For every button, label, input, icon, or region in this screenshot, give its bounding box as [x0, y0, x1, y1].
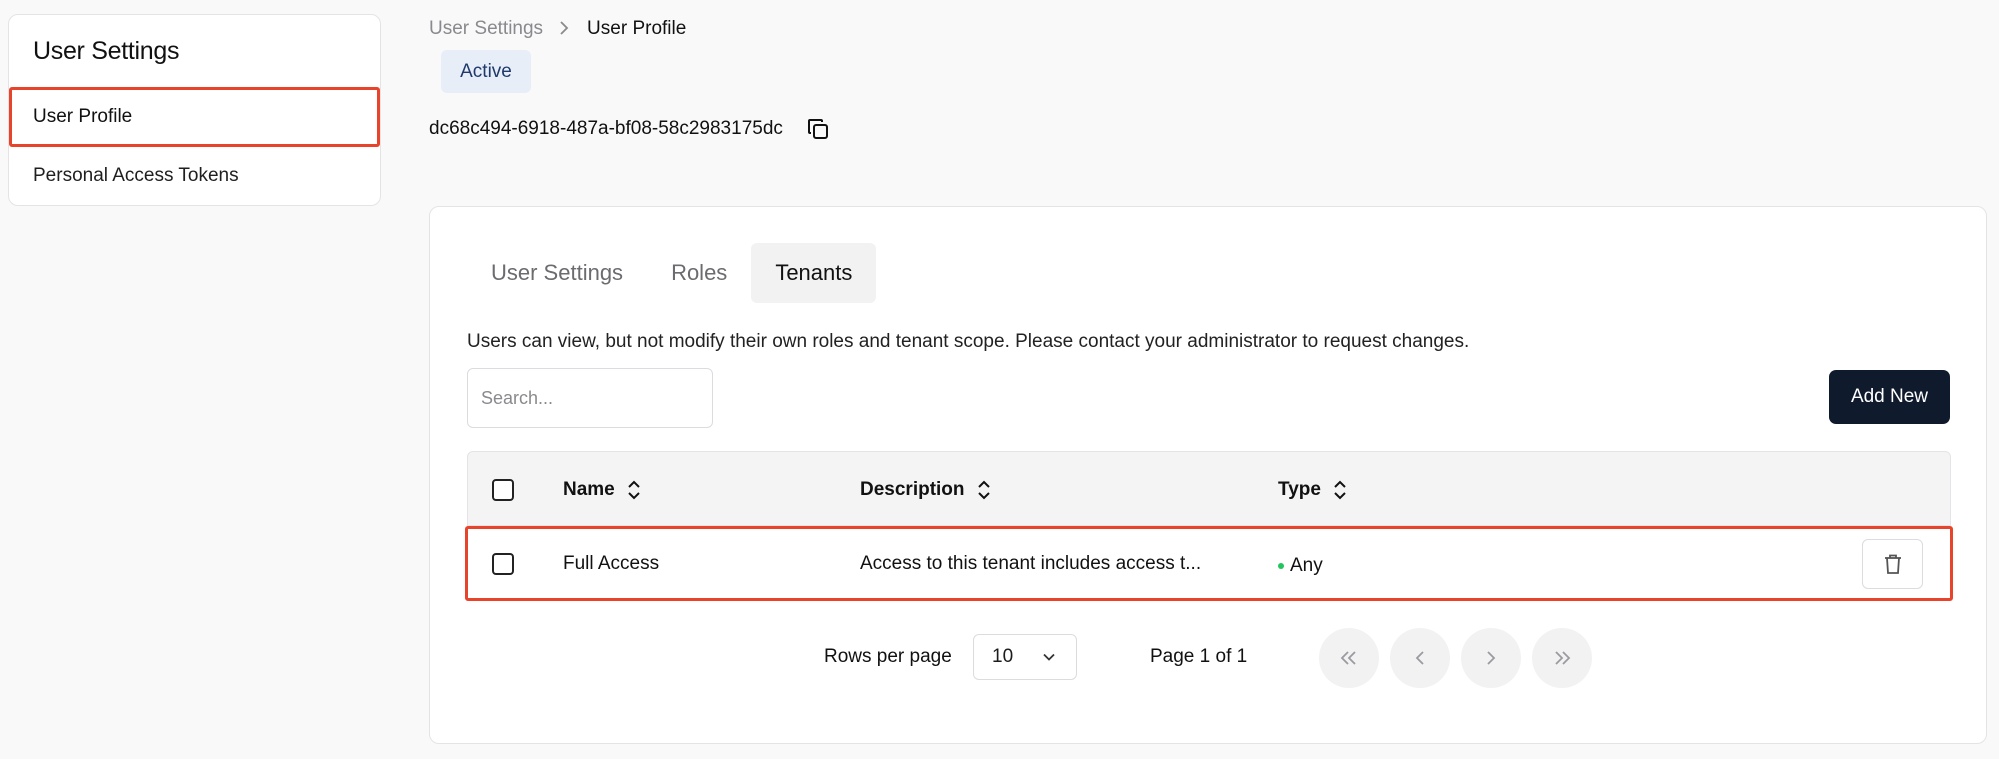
tenant-type: Any [1278, 531, 1323, 600]
sort-icon[interactable] [1333, 480, 1347, 500]
sidebar: User Settings User Profile Personal Acce… [8, 14, 381, 206]
tenant-description: Access to this tenant includes access t.… [860, 552, 1202, 574]
chevron-left-icon [1415, 651, 1424, 665]
tab-roles[interactable]: Roles [647, 243, 751, 303]
row-select-cell [492, 529, 514, 598]
sort-icon[interactable] [977, 480, 991, 500]
row-checkbox[interactable] [492, 552, 514, 575]
tab-user-settings[interactable]: User Settings [467, 243, 647, 303]
tenants-table: Name Description Type Full Access Access… [465, 451, 1953, 601]
select-all-checkbox[interactable] [492, 478, 514, 501]
tenant-type-label: Any [1290, 554, 1323, 576]
last-page-button[interactable] [1532, 628, 1592, 688]
copy-icon[interactable] [805, 116, 831, 142]
search-input[interactable] [467, 368, 713, 428]
sidebar-item-user-profile[interactable]: User Profile [9, 87, 380, 147]
sidebar-title: User Settings [33, 37, 180, 65]
sidebar-item-personal-access-tokens[interactable]: Personal Access Tokens [9, 147, 380, 205]
next-page-button[interactable] [1461, 628, 1521, 688]
breadcrumb-parent-link[interactable]: User Settings [429, 18, 543, 40]
rows-per-page-label: Rows per page [824, 646, 952, 667]
column-header-label: Type [1278, 478, 1321, 500]
column-header-type[interactable]: Type [1278, 452, 1347, 527]
tenants-info-text: Users can view, but not modify their own… [467, 331, 1470, 352]
table-row[interactable]: Full Access Access to this tenant includ… [465, 526, 1953, 601]
delete-button[interactable] [1862, 538, 1923, 589]
breadcrumb: User Settings User Profile [429, 16, 686, 42]
trash-icon [1884, 554, 1901, 574]
first-page-button[interactable] [1319, 628, 1379, 688]
status-dot-icon [1278, 562, 1284, 569]
sort-icon[interactable] [627, 480, 641, 500]
tenant-name: Full Access [563, 552, 660, 574]
chevrons-left-icon [1340, 651, 1356, 665]
status-badge: Active [441, 50, 531, 93]
rows-per-page-select[interactable]: 10 [973, 634, 1077, 680]
chevrons-right-icon [1555, 651, 1571, 665]
page-info: Page 1 of 1 [1150, 646, 1248, 667]
sidebar-item-label: User Profile [33, 106, 133, 127]
column-header-label: Name [563, 478, 615, 500]
user-id-row: dc68c494-6918-487a-bf08-58c2983175dc [429, 115, 831, 143]
tab-tenants[interactable]: Tenants [751, 243, 877, 303]
rows-per-page-value: 10 [992, 646, 1014, 667]
user-details-card: User Settings Roles Tenants Users can vi… [429, 206, 1987, 744]
user-id: dc68c494-6918-487a-bf08-58c2983175dc [429, 118, 783, 139]
chevron-right-icon [1487, 651, 1496, 665]
sidebar-item-label: Personal Access Tokens [33, 165, 239, 186]
add-new-button[interactable]: Add New [1829, 370, 1950, 424]
tab-bar: User Settings Roles Tenants [467, 243, 877, 303]
column-header-label: Description [860, 478, 965, 500]
previous-page-button[interactable] [1390, 628, 1450, 688]
column-header-name[interactable]: Name [563, 452, 641, 527]
breadcrumb-current: User Profile [587, 18, 687, 39]
table-header: Name Description Type [467, 451, 1951, 526]
select-all-cell [492, 452, 514, 527]
chevron-right-icon [559, 19, 569, 40]
chevron-down-icon [1042, 648, 1056, 670]
pagination: Rows per page 10 Page 1 of 1 [430, 626, 1986, 688]
row-actions-cell [1862, 529, 1923, 598]
column-header-description[interactable]: Description [860, 452, 991, 527]
